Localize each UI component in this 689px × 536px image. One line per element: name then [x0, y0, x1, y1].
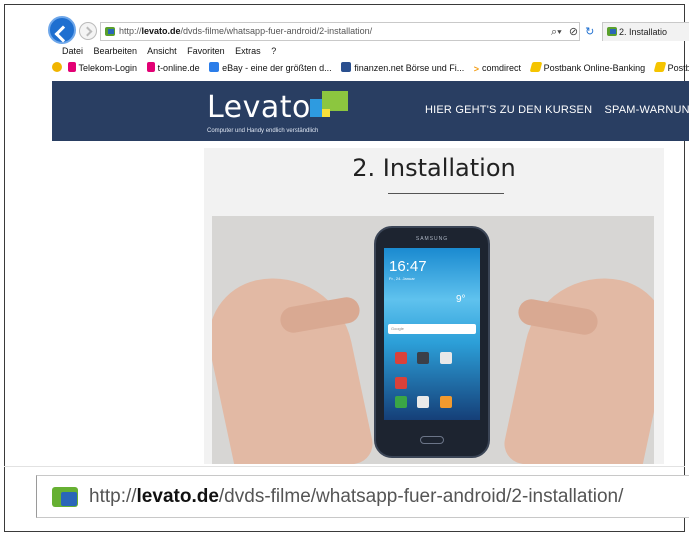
chart-icon: [341, 62, 352, 72]
smartphone-image: SAMSUNG 16:47 Fr., 24. Januar 9° Google: [374, 226, 490, 458]
ebay-icon: [209, 62, 220, 72]
menu-favoriten[interactable]: Favoriten: [187, 46, 225, 56]
title-divider: [388, 193, 504, 194]
url-domain: levato.de: [141, 26, 181, 36]
favorite-postbank[interactable]: Postbank Online-Banking: [529, 62, 646, 73]
menu-help[interactable]: ?: [271, 46, 276, 56]
menu-extras[interactable]: Extras: [235, 46, 261, 56]
favorite-label: Telekom-Login: [78, 63, 138, 73]
app-grid: [392, 352, 476, 402]
stop-icon[interactable]: ⊘: [569, 26, 578, 38]
telekom-icon: [146, 62, 155, 72]
address-bar-controls: ⌕▾ ⊘ ↻: [551, 25, 598, 39]
search-icon[interactable]: ⌕▾: [551, 26, 562, 38]
telekom-icon: [67, 62, 76, 72]
browser-tab[interactable]: 2. Installatio: [602, 22, 689, 41]
url-path: /dvds-filme/whatsapp-fuer-android/2-inst…: [180, 26, 373, 36]
zoomed-url-prefix: http://: [89, 486, 137, 507]
google-app-icon: [395, 377, 407, 389]
right-hand-image: [500, 263, 654, 464]
favorite-t-online[interactable]: t-online.de: [146, 62, 200, 73]
left-hand-image: [212, 263, 377, 464]
site-logo[interactable]: Levato: [207, 90, 311, 125]
play-store-icon: [439, 352, 452, 364]
favorites-bar: Telekom-Login t-online.de eBay - eine de…: [52, 62, 689, 77]
favorite-telekom-login[interactable]: Telekom-Login: [67, 62, 138, 73]
messages-app-icon: [439, 396, 452, 408]
browser-address-row: http://levato.de/dvds-filme/whatsapp-fue…: [46, 14, 689, 50]
logo-tagline: Computer und Handy endlich verständlich: [207, 128, 319, 134]
phone-app-icon: [395, 396, 407, 408]
favorite-comdirect[interactable]: > comdirect: [474, 63, 521, 74]
camera-app-icon: [417, 352, 430, 364]
section-divider: [4, 466, 685, 467]
favorites-star-icon[interactable]: [52, 62, 62, 72]
url-prefix: http://: [119, 26, 142, 36]
menu-bearbeiten[interactable]: Bearbeiten: [94, 46, 138, 56]
phone-date: Fr., 24. Januar: [389, 276, 415, 281]
zoomed-url-domain: levato.de: [136, 486, 219, 507]
menu-ansicht[interactable]: Ansicht: [147, 46, 177, 56]
app-dock: [392, 396, 476, 420]
weather-temperature: 9°: [456, 294, 466, 305]
postbank-icon: [529, 62, 542, 72]
google-search-widget: Google: [388, 324, 476, 334]
nav-spam-warnung[interactable]: SPAM-WARNUN: [605, 104, 689, 116]
tab-favicon-icon: [607, 27, 617, 36]
favorite-label: t-online.de: [157, 63, 200, 73]
favorite-label: Postban: [667, 63, 689, 73]
site-nav: HIER GEHT'S ZU DEN KURSEN SPAM-WARNUN: [425, 104, 689, 116]
favorite-label: eBay - eine der größten d...: [222, 63, 332, 73]
phone-screen: 16:47 Fr., 24. Januar 9° Google: [384, 248, 480, 420]
nav-kurse[interactable]: HIER GEHT'S ZU DEN KURSEN: [425, 104, 592, 116]
refresh-icon[interactable]: ↻: [585, 26, 594, 38]
favorite-label: comdirect: [482, 63, 522, 73]
back-arrow-icon[interactable]: [48, 16, 76, 44]
site-header: Levato Computer und Handy endlich verstä…: [52, 81, 689, 141]
forward-arrow-icon[interactable]: [79, 22, 97, 40]
email-app-icon: [395, 352, 407, 364]
phone-clock: 16:47: [389, 258, 427, 275]
menu-bar: Datei Bearbeiten Ansicht Favoriten Extra…: [62, 46, 284, 56]
menu-datei[interactable]: Datei: [62, 46, 83, 56]
page-title: 2. Installation: [352, 154, 516, 182]
phone-home-button: [420, 436, 444, 444]
favorite-finanzen[interactable]: finanzen.net Börse und Fi...: [341, 62, 464, 73]
favorite-postbank-2[interactable]: Postban: [653, 62, 689, 73]
favorite-label: Postbank Online-Banking: [543, 63, 646, 73]
zoomed-address-bar[interactable]: http://levato.de/dvds-filme/whatsapp-fue…: [36, 475, 689, 518]
contacts-app-icon: [417, 396, 430, 408]
logo-mark-icon: [310, 91, 348, 117]
favorite-ebay[interactable]: eBay - eine der größten d...: [209, 62, 332, 73]
site-favicon-icon: [105, 27, 115, 36]
postbank-icon: [653, 62, 666, 72]
phone-brand: SAMSUNG: [415, 236, 449, 242]
favorite-label: finanzen.net Börse und Fi...: [354, 63, 465, 73]
arrow-icon: >: [473, 64, 480, 74]
video-player[interactable]: SAMSUNG 16:47 Fr., 24. Januar 9° Google: [212, 216, 654, 464]
tab-title: 2. Installatio: [619, 27, 668, 37]
address-bar[interactable]: http://levato.de/dvds-filme/whatsapp-fue…: [100, 22, 580, 41]
site-favicon-icon: [52, 487, 78, 507]
zoomed-url: http://levato.de/dvds-filme/whatsapp-fue…: [89, 486, 623, 508]
zoomed-url-path: /dvds-filme/whatsapp-fuer-android/2-inst…: [218, 486, 624, 507]
